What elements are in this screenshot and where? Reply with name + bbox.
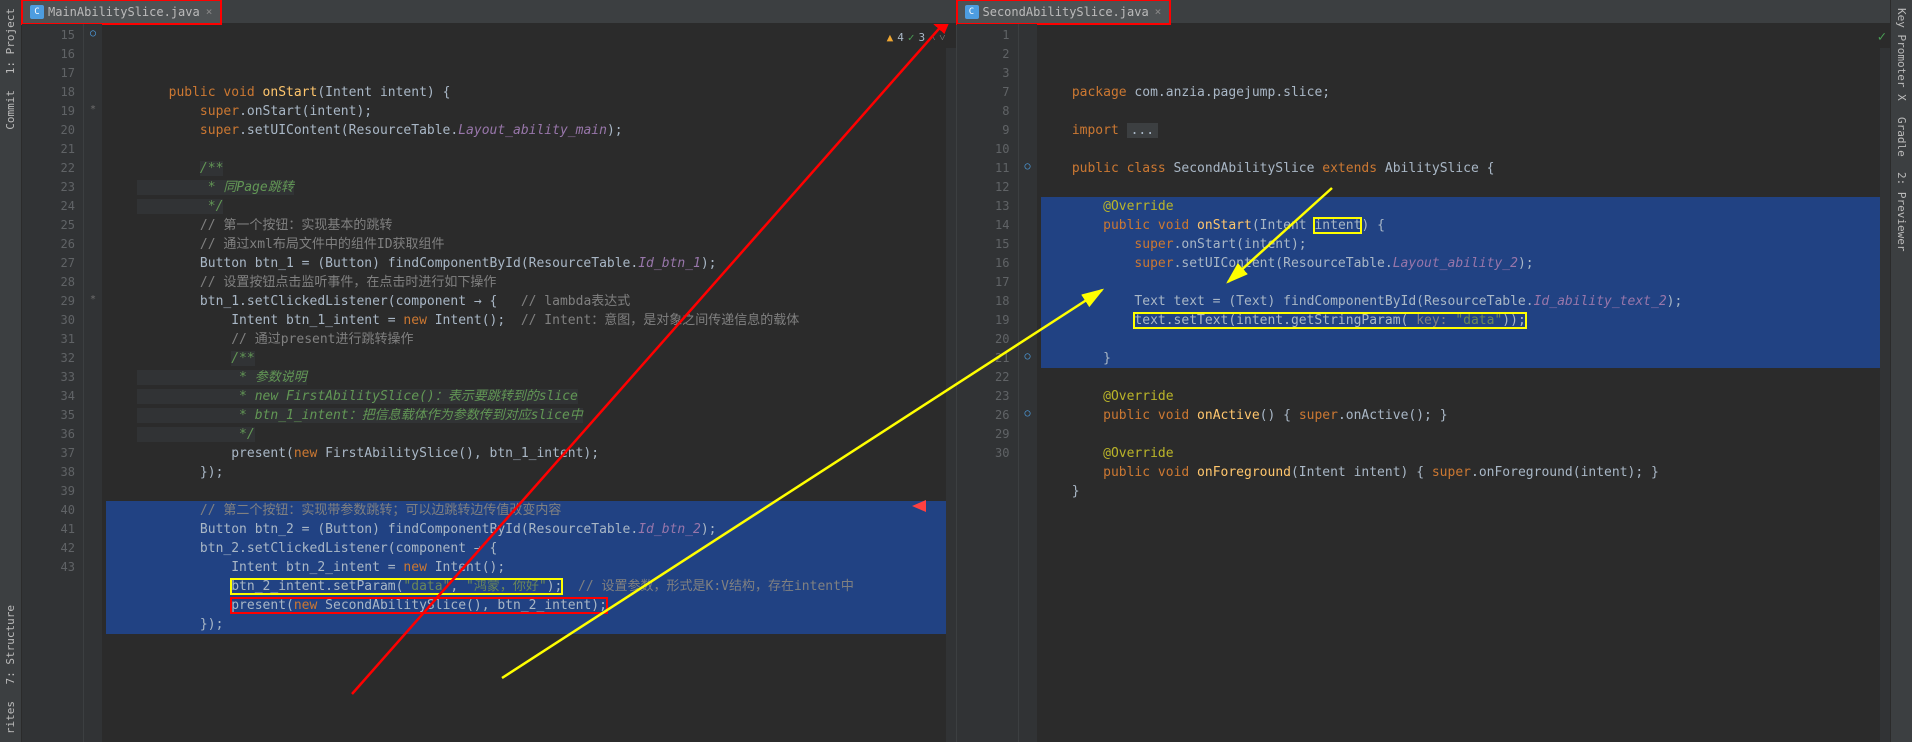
code-line[interactable]: public class SecondAbilitySlice extends … (1041, 159, 1891, 178)
java-class-icon: C (965, 5, 979, 19)
code-body-left[interactable]: ▲ 4 ✓ 3 ˄ ˅ public void onStart(Intent i… (102, 24, 956, 742)
chevron-down-icon[interactable]: ˅ (939, 28, 945, 47)
inspection-widget[interactable]: ▲ 4 ✓ 3 ˄ ˅ (887, 28, 946, 47)
gutter-icons-right[interactable]: ○○○ (1019, 24, 1037, 742)
code-line[interactable] (1041, 425, 1891, 444)
code-line[interactable]: }); (106, 463, 956, 482)
warning-icon: ▲ (887, 28, 894, 47)
code-line[interactable]: */ (106, 197, 956, 216)
code-line[interactable]: btn_1.setClickedListener(component → { /… (106, 292, 956, 311)
editor-pane-right: C SecondAbilitySlice.java × 123789101112… (957, 0, 1891, 742)
code-line[interactable]: * new FirstAbilitySlice()：表示要跳转到的slice (106, 387, 956, 406)
toolwindow-commit[interactable]: Commit (2, 82, 19, 138)
java-class-icon: C (30, 5, 44, 19)
code-line[interactable]: present(new FirstAbilitySlice(), btn_1_i… (106, 444, 956, 463)
code-line[interactable]: super.onStart(intent); (1041, 235, 1891, 254)
toolwindow-structure[interactable]: 7: Structure (2, 597, 19, 692)
code-line[interactable] (1041, 178, 1891, 197)
toolwindow-project[interactable]: 1: Project (2, 0, 19, 82)
code-line[interactable]: Button btn_2 = (Button) findComponentByI… (106, 520, 956, 539)
code-body-right[interactable]: ✓ package com.anzia.pagejump.slice; impo… (1037, 24, 1891, 742)
gutter-icons-left[interactable]: ○** (84, 24, 102, 742)
code-line[interactable]: // 设置按钮点击监听事件，在点击时进行如下操作 (106, 273, 956, 292)
code-line[interactable]: Text text = (Text) findComponentById(Res… (1041, 292, 1891, 311)
code-line[interactable]: import ... (1041, 121, 1891, 140)
tab-bar-left: C MainAbilitySlice.java × (22, 0, 956, 24)
chevron-up-icon[interactable]: ˄ (929, 28, 935, 47)
toolwindow-favorites[interactable]: rites (2, 693, 19, 742)
code-line[interactable]: } (1041, 482, 1891, 501)
code-line[interactable] (1041, 330, 1891, 349)
code-line[interactable]: // 第二个按钮：实现带参数跳转；可以边跳转边传值改变内容 (106, 501, 956, 520)
code-line[interactable]: } (1041, 349, 1891, 368)
warn-count: 4 (897, 28, 904, 47)
code-line[interactable] (1041, 368, 1891, 387)
code-line[interactable]: public void onStart(Intent intent) { (1041, 216, 1891, 235)
left-tool-sidebar[interactable]: 1: Project Commit 7: Structure rites (0, 0, 22, 742)
code-line[interactable]: @Override (1041, 387, 1891, 406)
code-line[interactable]: /** (106, 159, 956, 178)
code-line[interactable]: Button btn_1 = (Button) findComponentByI… (106, 254, 956, 273)
code-line[interactable] (106, 482, 956, 501)
toolwindow-gradle[interactable]: Gradle (1893, 109, 1910, 165)
code-line[interactable] (1041, 140, 1891, 159)
code-line[interactable]: public void onActive() { super.onActive(… (1041, 406, 1891, 425)
code-line[interactable]: /** (106, 349, 956, 368)
code-line[interactable]: present(new SecondAbilitySlice(), btn_2_… (106, 596, 956, 615)
toolwindow-keypromoter[interactable]: Key Promoter X (1893, 0, 1910, 109)
code-line[interactable] (1041, 501, 1891, 520)
scrollbar-right[interactable] (1880, 48, 1890, 742)
tab-label: MainAbilitySlice.java (48, 5, 200, 19)
code-line[interactable]: package com.anzia.pagejump.slice; (1041, 83, 1891, 102)
tab-second-ability-slice[interactable]: C SecondAbilitySlice.java × (957, 0, 1171, 24)
tab-bar-right: C SecondAbilitySlice.java × (957, 0, 1891, 24)
code-line[interactable] (106, 140, 956, 159)
code-line[interactable]: Intent btn_1_intent = new Intent(); // I… (106, 311, 956, 330)
gutter-right[interactable]: 1237891011121314151617181920212223262930 (957, 24, 1019, 742)
code-line[interactable]: btn_2.setClickedListener(component → { (106, 539, 956, 558)
code-line[interactable]: // 通过present进行跳转操作 (106, 330, 956, 349)
code-line[interactable] (1041, 102, 1891, 121)
tab-label: SecondAbilitySlice.java (983, 5, 1149, 19)
code-line[interactable]: super.setUIContent(ResourceTable.Layout_… (106, 121, 956, 140)
tab-main-ability-slice[interactable]: C MainAbilitySlice.java × (22, 0, 221, 24)
code-line[interactable]: text.setText(intent.getStringParam( key:… (1041, 311, 1891, 330)
editor-pane-left: C MainAbilitySlice.java × 15161718192021… (22, 0, 957, 742)
code-line[interactable]: @Override (1041, 197, 1891, 216)
gutter-left[interactable]: 1516171819202122232425262728293031323334… (22, 24, 84, 742)
code-line[interactable]: // 第一个按钮：实现基本的跳转 (106, 216, 956, 235)
check-count: 3 (918, 28, 925, 47)
check-icon: ✓ (908, 28, 915, 47)
code-line[interactable]: public void onStart(Intent intent) { (106, 83, 956, 102)
close-icon[interactable]: × (206, 5, 213, 18)
code-line[interactable]: * 参数说明 (106, 368, 956, 387)
code-line[interactable]: public void onForeground(Intent intent) … (1041, 463, 1891, 482)
close-icon[interactable]: × (1155, 5, 1162, 18)
code-line[interactable]: super.onStart(intent); (106, 102, 956, 121)
toolwindow-previewer[interactable]: 2: Previewer (1893, 164, 1910, 259)
code-line[interactable]: }); (106, 615, 956, 634)
code-line[interactable]: btn_2_intent.setParam("data", "鸿蒙，你好"); … (106, 577, 956, 596)
checkmark-icon: ✓ (1878, 28, 1886, 47)
code-line[interactable]: * btn_1_intent：把信息载体作为参数传到对应slice中 (106, 406, 956, 425)
code-line[interactable]: super.setUIContent(ResourceTable.Layout_… (1041, 254, 1891, 273)
code-line[interactable]: */ (106, 425, 956, 444)
code-line[interactable]: * 同Page跳转 (106, 178, 956, 197)
scrollbar-left[interactable] (946, 48, 956, 742)
code-line[interactable]: @Override (1041, 444, 1891, 463)
code-line[interactable] (1041, 273, 1891, 292)
right-tool-sidebar[interactable]: Key Promoter X Gradle 2: Previewer (1890, 0, 1912, 742)
code-line[interactable]: // 通过xml布局文件中的组件ID获取组件 (106, 235, 956, 254)
code-line[interactable]: Intent btn_2_intent = new Intent(); (106, 558, 956, 577)
